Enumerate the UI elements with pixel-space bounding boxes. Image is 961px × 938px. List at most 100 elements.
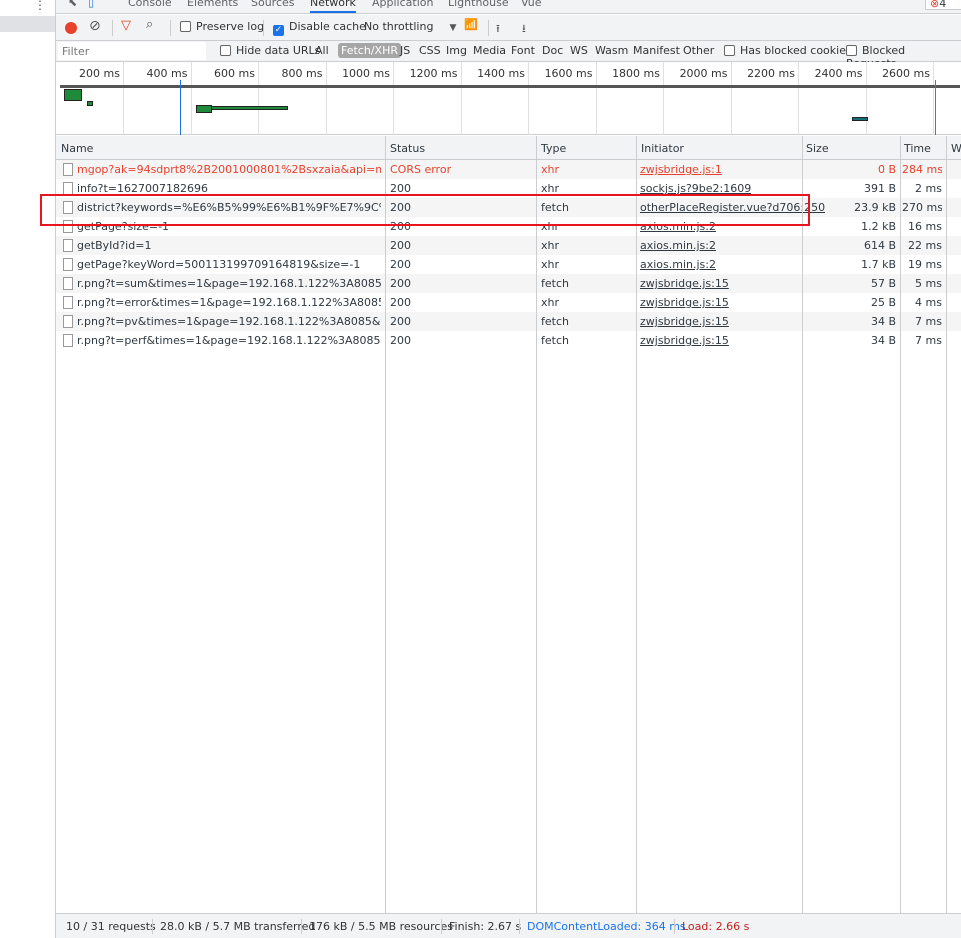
- request-size: 1.2 kB: [861, 220, 896, 233]
- devtools-tab-bar: ⬉ ▯ Console Elements Sources Network App…: [56, 0, 961, 14]
- disable-cache-checkbox[interactable]: ✓ Disable cache: [273, 20, 366, 36]
- request-bar: [852, 117, 868, 121]
- request-initiator[interactable]: zwjsbridge.js:15: [640, 315, 729, 328]
- tab-console[interactable]: Console: [128, 0, 172, 9]
- request-type: xhr: [541, 239, 560, 252]
- filter-input[interactable]: [58, 42, 206, 60]
- request-status: CORS error: [390, 163, 452, 176]
- request-time: 4 ms: [915, 296, 942, 309]
- file-icon: [63, 296, 73, 309]
- table-row[interactable]: r.png?t=error&times=1&page=192.168.1.122…: [56, 293, 961, 312]
- type-doc[interactable]: Doc: [540, 44, 565, 57]
- request-status: 200: [390, 277, 411, 290]
- type-css[interactable]: CSS: [417, 44, 443, 57]
- hide-data-urls-checkbox[interactable]: Hide data URLs: [218, 44, 322, 57]
- tab-sources[interactable]: Sources: [251, 0, 295, 9]
- request-type: xhr: [541, 258, 560, 271]
- request-name[interactable]: r.png?t=sum&times=1&page=192.168.1.122%3…: [77, 277, 381, 290]
- request-size: 614 B: [863, 239, 896, 252]
- selected-item[interactable]: [0, 16, 55, 32]
- more-options-icon[interactable]: ⋮: [34, 0, 46, 12]
- request-initiator[interactable]: zwjsbridge.js:15: [640, 296, 729, 309]
- table-row[interactable]: r.png?t=sum&times=1&page=192.168.1.122%3…: [56, 274, 961, 293]
- request-time: 19 ms: [908, 258, 942, 271]
- column-status[interactable]: Status: [390, 142, 425, 155]
- request-bar: [87, 101, 93, 106]
- request-status: 200: [390, 239, 411, 252]
- column-time[interactable]: Time: [904, 142, 931, 155]
- record-button[interactable]: [65, 22, 77, 34]
- type-img[interactable]: Img: [444, 44, 469, 57]
- table-row[interactable]: mgop?ak=94sdprt8%2B2001000801%2Bsxzaia&a…: [56, 160, 961, 179]
- request-initiator[interactable]: zwjsbridge.js:15: [640, 334, 729, 347]
- timeline-gridline: [393, 62, 394, 135]
- request-name[interactable]: getById?id=1: [77, 239, 381, 252]
- request-type: fetch: [541, 277, 569, 290]
- timeline-tick-label: 2000 ms: [679, 67, 728, 80]
- request-initiator[interactable]: axios.min.js:2: [640, 239, 716, 252]
- timeline-tick-label: 1200 ms: [409, 67, 458, 80]
- device-toolbar-icon[interactable]: ▯: [88, 0, 94, 9]
- clear-icon[interactable]: ⊘: [89, 18, 101, 34]
- type-js[interactable]: JS: [398, 44, 412, 57]
- download-icon[interactable]: ⭳: [522, 20, 526, 39]
- file-icon: [63, 258, 73, 271]
- type-wasm[interactable]: Wasm: [593, 44, 630, 57]
- network-conditions-icon[interactable]: 📶: [464, 18, 478, 31]
- status-bar: 10 / 31 requests 28.0 kB / 5.7 MB transf…: [56, 913, 961, 938]
- left-panel: [0, 0, 56, 938]
- type-all[interactable]: All: [313, 44, 331, 57]
- load-time: Load: 2.66 s: [682, 920, 750, 933]
- request-status: 200: [390, 315, 411, 328]
- has-blocked-cookies-checkbox[interactable]: Has blocked cookies: [722, 44, 854, 57]
- request-status: 200: [390, 258, 411, 271]
- request-type: xhr: [541, 296, 560, 309]
- upload-icon[interactable]: ⭱: [496, 20, 500, 39]
- tab-application[interactable]: Application: [372, 0, 433, 9]
- type-ws[interactable]: WS: [568, 44, 590, 57]
- column-waterfall[interactable]: W: [951, 142, 961, 155]
- throttling-select[interactable]: No throttling ▼: [364, 20, 456, 33]
- request-name[interactable]: getPage?keyWord=500113199709164819&size=…: [77, 258, 381, 271]
- type-manifest[interactable]: Manifest: [631, 44, 682, 57]
- table-row[interactable]: getById?id=1 200 xhr axios.min.js:2 614 …: [56, 236, 961, 255]
- column-name[interactable]: Name: [61, 142, 93, 155]
- request-name[interactable]: r.png?t=pv&times=1&page=192.168.1.122%3A…: [77, 315, 381, 328]
- timeline-gridline: [865, 62, 867, 135]
- resources: 176 kB / 5.5 MB resources: [309, 920, 453, 933]
- request-initiator[interactable]: zwjsbridge.js:15: [640, 277, 729, 290]
- transferred: 28.0 kB / 5.7 MB transferred: [160, 920, 316, 933]
- filter-icon[interactable]: ▽: [121, 18, 131, 33]
- request-time: 284 ms: [902, 163, 942, 176]
- file-icon: [63, 315, 73, 328]
- tab-lighthouse[interactable]: Lighthouse: [448, 0, 509, 9]
- column-initiator[interactable]: Initiator: [641, 142, 684, 155]
- request-initiator[interactable]: axios.min.js:2: [640, 258, 716, 271]
- search-icon[interactable]: ⌕: [146, 17, 153, 32]
- load-marker: [935, 80, 936, 135]
- table-header: Name Status Type Initiator Size Time W: [56, 136, 961, 160]
- table-row[interactable]: getPage?keyWord=500113199709164819&size=…: [56, 255, 961, 274]
- table-row[interactable]: r.png?t=pv&times=1&page=192.168.1.122%3A…: [56, 312, 961, 331]
- inspect-icon[interactable]: ⬉: [68, 0, 77, 9]
- tab-network[interactable]: Network: [310, 0, 356, 13]
- request-name[interactable]: r.png?t=perf&times=1&page=192.168.1.122%…: [77, 334, 381, 347]
- type-fetch-xhr[interactable]: Fetch/XHR: [338, 43, 401, 58]
- column-size[interactable]: Size: [806, 142, 829, 155]
- request-size: 57 B: [870, 277, 896, 290]
- timeline-overview[interactable]: 200 ms 400 ms 600 ms 800 ms 1000 ms 1200 ms 14…: [56, 62, 961, 135]
- highlight-box: [40, 194, 810, 226]
- table-row[interactable]: r.png?t=perf&times=1&page=192.168.1.122%…: [56, 331, 961, 350]
- type-media[interactable]: Media: [471, 44, 508, 57]
- preserve-log-checkbox[interactable]: Preserve log: [180, 20, 264, 33]
- request-initiator[interactable]: zwjsbridge.js:1: [640, 163, 722, 176]
- column-type[interactable]: Type: [541, 142, 566, 155]
- tab-elements[interactable]: Elements: [187, 0, 238, 9]
- file-icon: [63, 163, 73, 176]
- error-badge[interactable]: ⊗4: [925, 0, 961, 10]
- type-other[interactable]: Other: [681, 44, 716, 57]
- request-name[interactable]: mgop?ak=94sdprt8%2B2001000801%2Bsxzaia&a…: [77, 163, 381, 176]
- type-font[interactable]: Font: [509, 44, 537, 57]
- tab-vue[interactable]: Vue: [521, 0, 542, 9]
- request-name[interactable]: r.png?t=error&times=1&page=192.168.1.122…: [77, 296, 381, 309]
